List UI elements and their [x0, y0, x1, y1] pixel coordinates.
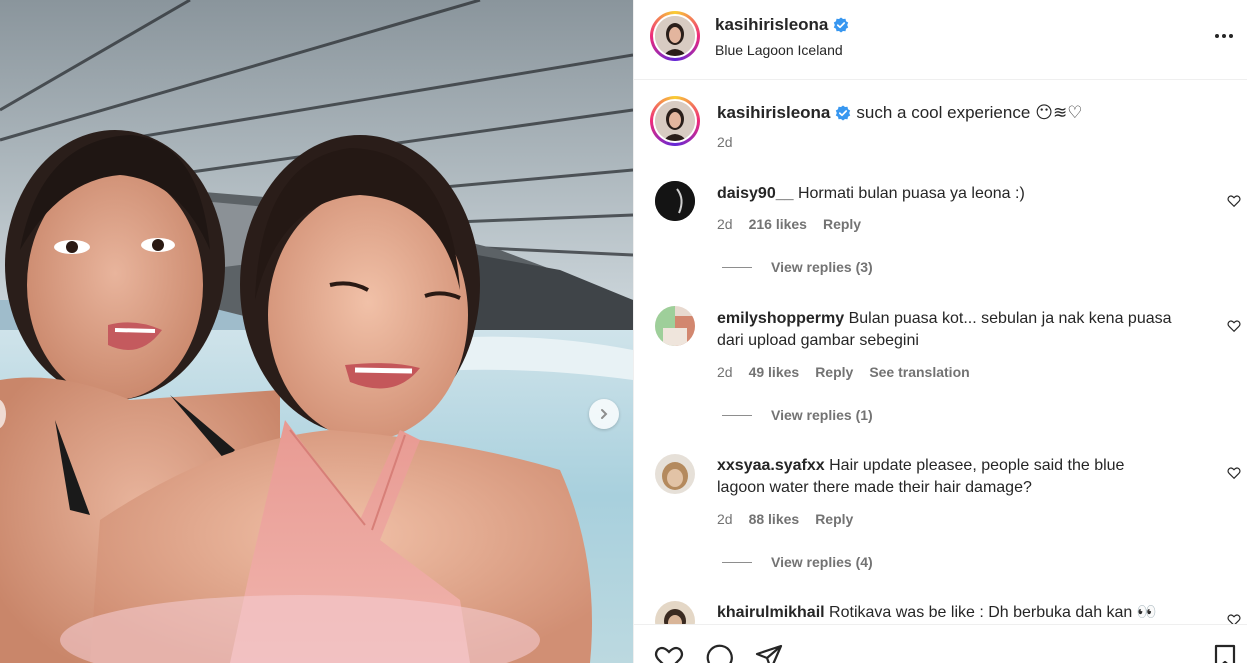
- reply-button[interactable]: Reply: [815, 511, 853, 527]
- caption-avatar[interactable]: [650, 96, 700, 146]
- comment-body: khairulmikhail Rotikava was be like : Dh…: [717, 602, 1157, 624]
- caption: kasihirisleona such a cool experience 😶≋…: [717, 102, 1083, 124]
- post-header: kasihirisleona Blue Lagoon Iceland: [634, 0, 1247, 80]
- avatar-image: [655, 306, 695, 346]
- comment-username[interactable]: xxsyaa.syafxx: [717, 457, 825, 474]
- comment-meta: 2d 49 likes Reply See translation: [717, 364, 970, 380]
- heart-icon[interactable]: [654, 643, 684, 663]
- comment-time[interactable]: 2d: [717, 216, 733, 232]
- comment-text: Hair update pleasee, people said the blu…: [829, 457, 1125, 474]
- comment-avatar[interactable]: [655, 181, 695, 221]
- post-viewer: kasihirisleona Blue Lagoon Iceland kasih…: [0, 0, 1247, 663]
- more-options-icon[interactable]: [1211, 24, 1237, 48]
- post-photo: [0, 0, 633, 663]
- author-username[interactable]: kasihirisleona: [715, 15, 828, 35]
- next-image-button[interactable]: [589, 399, 619, 429]
- comment-text: Bulan puasa kot... sebulan ja nak kena p…: [848, 310, 1172, 327]
- avatar-image: [655, 101, 695, 141]
- comment-time[interactable]: 2d: [717, 364, 733, 380]
- post-details-panel: kasihirisleona Blue Lagoon Iceland kasih…: [633, 0, 1247, 663]
- caption-meta: 2d: [717, 134, 733, 150]
- view-replies-button[interactable]: View replies (1): [722, 407, 873, 423]
- reply-button[interactable]: Reply: [815, 364, 853, 380]
- lagoon-selfie-image: [0, 0, 633, 663]
- comment-likes[interactable]: 49 likes: [749, 364, 800, 380]
- caption-time[interactable]: 2d: [717, 134, 733, 150]
- avatar-image: [655, 601, 695, 624]
- reply-button[interactable]: Reply: [823, 216, 861, 232]
- comment-text-line2: dari upload gambar sebegini: [717, 332, 919, 349]
- comment-body: daisy90__ Hormati bulan puasa ya leona :…: [717, 183, 1025, 205]
- avatar-image: [655, 16, 695, 56]
- view-replies-button[interactable]: View replies (3): [722, 259, 873, 275]
- avatar-image: [655, 454, 695, 494]
- comment-username[interactable]: daisy90__: [717, 185, 794, 202]
- heart-icon[interactable]: [1227, 194, 1241, 208]
- comment-likes[interactable]: 88 likes: [749, 511, 800, 527]
- comment-icon[interactable]: [704, 643, 734, 663]
- verified-badge-icon: [836, 105, 851, 121]
- comment-body: emilyshoppermy Bulan puasa kot... sebula…: [717, 308, 1217, 352]
- caption-text: such a cool experience: [856, 103, 1031, 122]
- comment-username[interactable]: emilyshoppermy: [717, 310, 844, 327]
- author-username-row[interactable]: kasihirisleona: [715, 15, 849, 35]
- heart-icon[interactable]: [1227, 466, 1241, 480]
- comment-text-line2: lagoon water there made their hair damag…: [717, 479, 1032, 496]
- caption-emoji: 😶≋♡: [1035, 103, 1083, 122]
- comment-meta: 2d 216 likes Reply: [717, 216, 861, 232]
- author-avatar[interactable]: [650, 11, 700, 61]
- comment-body: xxsyaa.syafxx Hair update pleasee, peopl…: [717, 455, 1217, 499]
- comment-meta: 2d 88 likes Reply: [717, 511, 853, 527]
- comment-text: Hormati bulan puasa ya leona :): [797, 185, 1025, 202]
- comment-text: Rotikava was be like : Dh berbuka dah ka…: [829, 604, 1157, 621]
- verified-badge-icon: [834, 17, 849, 33]
- view-replies-button[interactable]: View replies (4): [722, 554, 873, 570]
- chevron-right-icon: [601, 409, 608, 419]
- bookmark-icon[interactable]: [1210, 643, 1240, 663]
- comment-avatar[interactable]: [655, 601, 695, 624]
- avatar-image: [655, 181, 695, 221]
- heart-icon[interactable]: [1227, 319, 1241, 333]
- comments-list: kasihirisleona such a cool experience 😶≋…: [634, 81, 1247, 624]
- comment-username[interactable]: khairulmikhail: [717, 604, 825, 621]
- comment-likes[interactable]: 216 likes: [749, 216, 807, 232]
- comment-time[interactable]: 2d: [717, 511, 733, 527]
- see-translation-button[interactable]: See translation: [869, 364, 969, 380]
- heart-icon[interactable]: [1227, 613, 1241, 624]
- post-location[interactable]: Blue Lagoon Iceland: [715, 42, 843, 58]
- caption-username[interactable]: kasihirisleona: [717, 102, 830, 124]
- comment-avatar[interactable]: [655, 306, 695, 346]
- comment-avatar[interactable]: [655, 454, 695, 494]
- post-actions-bar: [634, 624, 1247, 663]
- share-icon[interactable]: [754, 643, 784, 663]
